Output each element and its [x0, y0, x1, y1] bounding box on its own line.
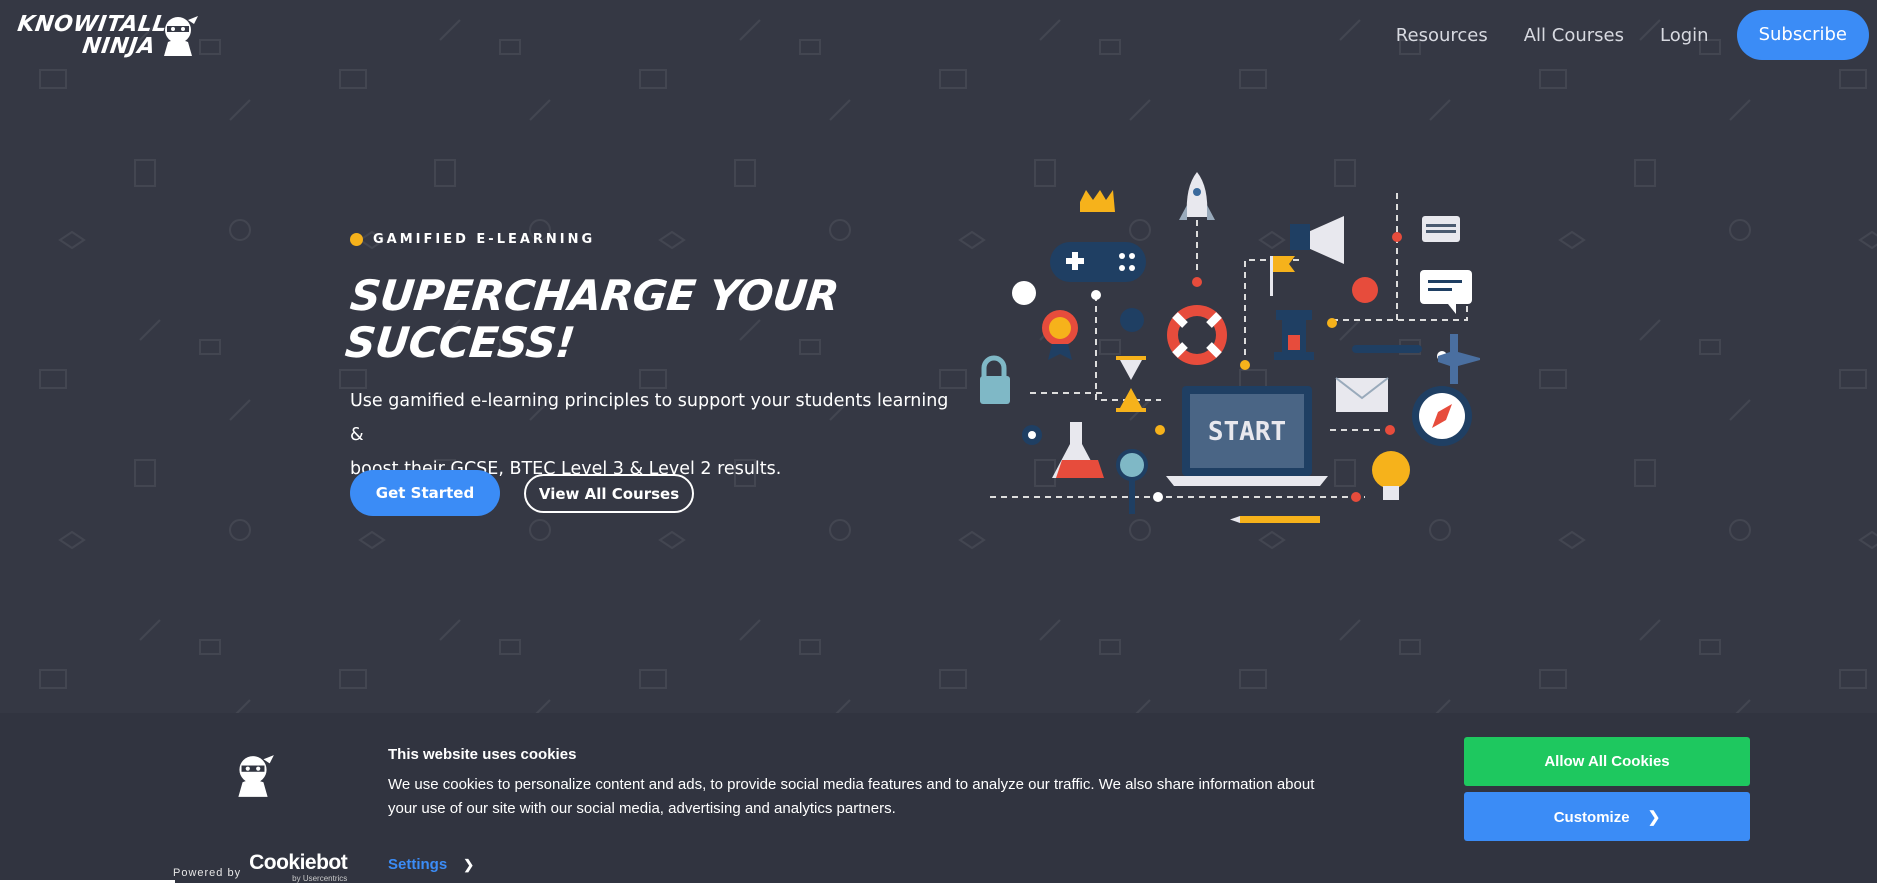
typewriter-icon [1422, 216, 1460, 242]
laptop-start-icon: START [1166, 386, 1328, 486]
nav-login[interactable]: Login [1660, 25, 1709, 46]
cookie-banner: This website uses cookies We use cookies… [0, 713, 1877, 883]
powered-by-text: Powered by [173, 867, 242, 879]
gamified-learning-illustration: START [980, 172, 1480, 523]
compass-icon [1412, 386, 1472, 446]
flask-icon [1052, 422, 1104, 478]
allow-all-cookies-button[interactable]: Allow All Cookies [1464, 737, 1750, 786]
chat-bubble-icon [1420, 270, 1472, 314]
nav-resources[interactable]: Resources [1396, 25, 1488, 46]
eyebrow-text: GAMIFIED E-LEARNING [373, 232, 596, 247]
hero-eyebrow: GAMIFIED E-LEARNING [350, 232, 595, 247]
cookie-text: We use cookies to personalize content an… [388, 773, 1388, 821]
flag-icon [1270, 256, 1295, 296]
hero-title-line-1: SUPERCHARGE YOUR [347, 271, 841, 320]
magnifier-icon [1116, 449, 1148, 514]
chess-rook-icon [1274, 310, 1314, 360]
get-started-button[interactable]: Get Started [350, 470, 500, 516]
site-logo[interactable]: KNOWITALL NINJA [16, 12, 198, 59]
cookie-text-line-2: your use of our site with our social med… [388, 800, 896, 817]
chevron-right-icon: ❯ [463, 856, 475, 872]
lifebuoy-icon [1167, 305, 1227, 365]
megaphone-icon [1290, 216, 1344, 264]
lightbulb-icon [1372, 451, 1410, 500]
laptop-start-text: START [1208, 417, 1286, 447]
hero-text-line-1: Use gamified e-learning principles to su… [350, 391, 949, 445]
rocket-icon [1179, 172, 1215, 220]
pencil-icon [1230, 516, 1320, 523]
controller-icon [1050, 242, 1146, 282]
eyebrow-dot-icon [350, 233, 363, 246]
plane-icon [1438, 334, 1480, 384]
hourglass-icon [1116, 356, 1146, 412]
envelope-icon [1335, 377, 1389, 412]
lock-icon [980, 355, 1010, 404]
logo-line-2: NINJA [80, 34, 158, 59]
medal-icon [1042, 310, 1078, 360]
customize-cookies-button[interactable]: Customize ❯ [1464, 792, 1750, 841]
chevron-right-icon: ❯ [1647, 808, 1661, 826]
cookiebot-branding[interactable]: Powered by Cookiebot by Usercentrics [173, 851, 348, 883]
hero-title-line-2: SUCCESS! [342, 318, 577, 367]
view-all-courses-button[interactable]: View All Courses [524, 474, 694, 513]
settings-label: Settings [388, 856, 448, 873]
ninja-logo-icon [238, 755, 274, 797]
cookie-text-line-1: We use cookies to personalize content an… [388, 776, 1315, 793]
nav-all-courses[interactable]: All Courses [1524, 25, 1624, 46]
subscribe-button[interactable]: Subscribe [1736, 10, 1869, 60]
crown-icon [1080, 190, 1115, 212]
ninja-mascot-icon [164, 16, 198, 56]
customize-label: Customize [1553, 808, 1630, 826]
hero-title: SUPERCHARGE YOUR SUCCESS! [342, 271, 873, 367]
cookie-title: This website uses cookies [388, 746, 577, 763]
cookie-settings-link[interactable]: Settings ❯ [388, 856, 474, 873]
main-nav: Resources All Courses Login Subscribe [1396, 10, 1869, 60]
cookiebot-logo: Cookiebot [249, 851, 348, 874]
eye-icon [1022, 425, 1042, 445]
wrench-icon [1352, 345, 1422, 353]
usercentrics-text: by Usercentrics [292, 874, 348, 883]
